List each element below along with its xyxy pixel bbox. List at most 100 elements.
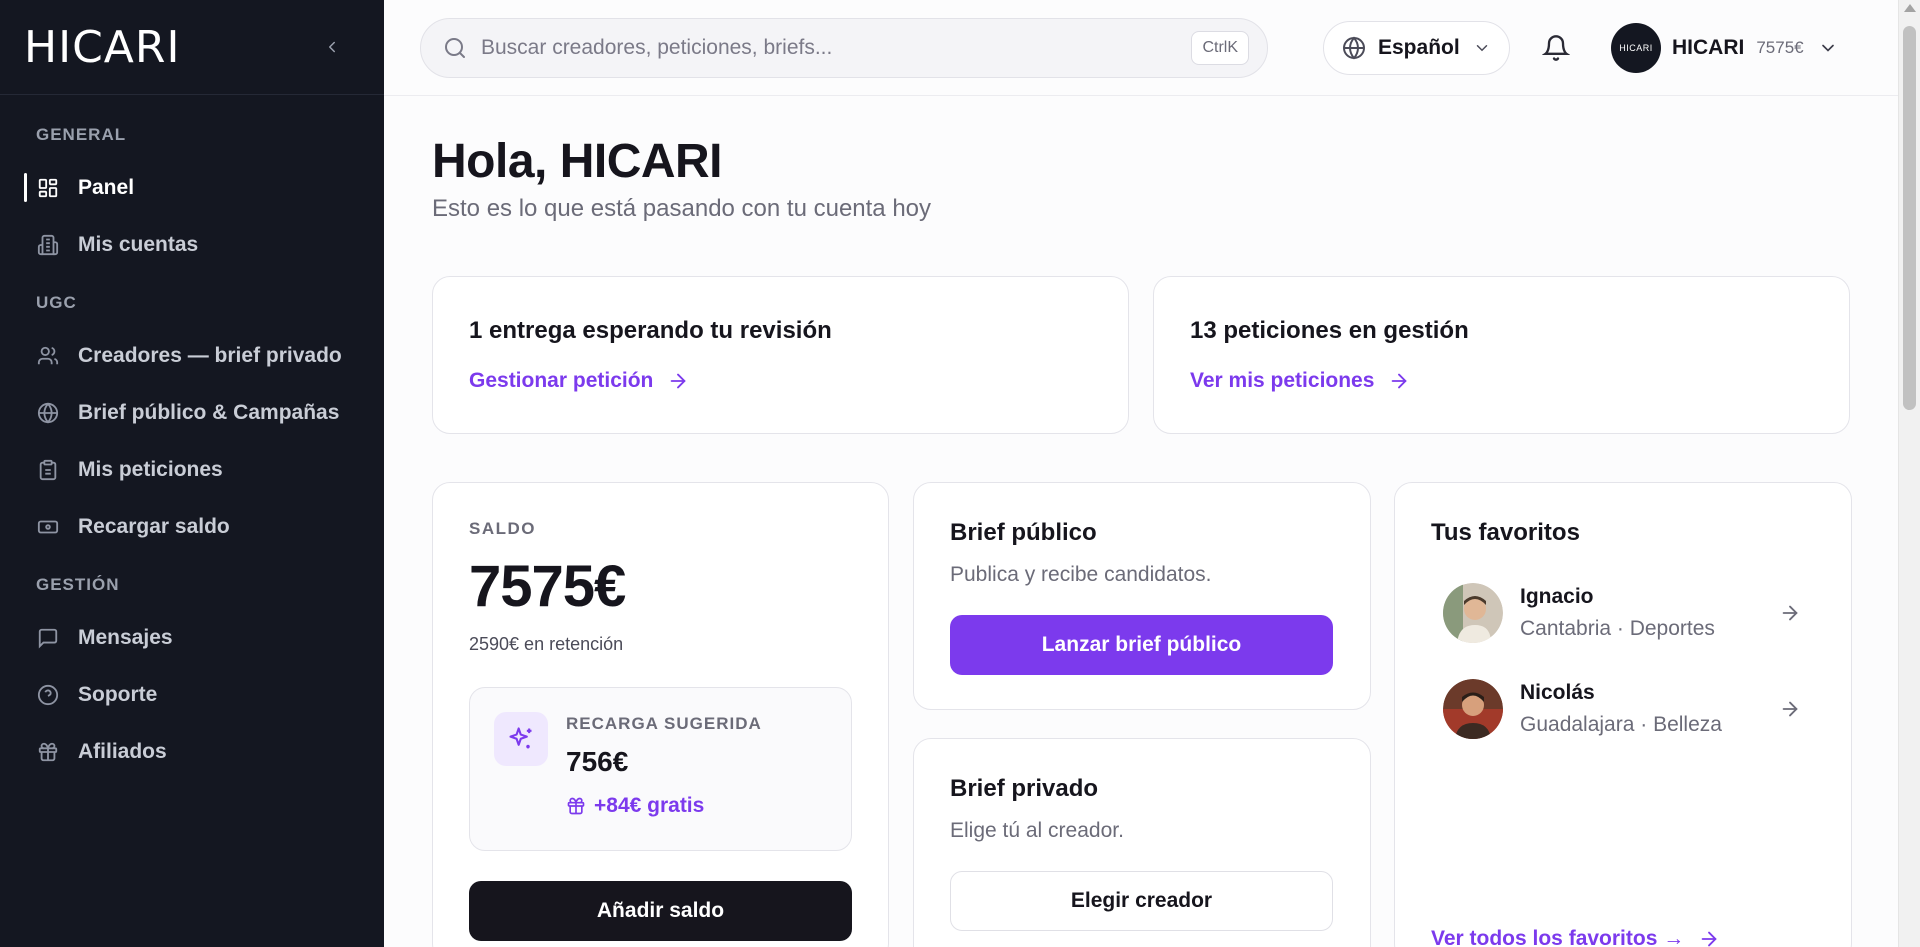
launch-public-brief-button[interactable]: Lanzar brief público [950,615,1333,675]
globe-icon [1343,36,1365,60]
balance-label: SALDO [469,519,536,538]
review-alert-card: 1 entrega esperando tu revisión Gestiona… [432,276,1129,434]
topbar: CtrlK Español HICARI HICARI 7575€ [384,0,1898,96]
link-label: Ver mis peticiones [1190,369,1375,392]
public-brief-card: Brief público Publica y recibe candidato… [913,482,1371,710]
globe-icon [36,401,60,425]
view-requests-link[interactable]: Ver mis peticiones [1190,369,1410,393]
arrow-right-icon [1782,701,1798,717]
sidebar-item-recargar-saldo[interactable]: Recargar saldo [0,498,384,555]
alert-title: 13 peticiones en gestión [1190,317,1469,344]
bonus-label: +84€ gratis [594,794,705,817]
sidebar-item-creadores[interactable]: Creadores — brief privado [0,327,384,384]
sidebar-item-afiliados[interactable]: Afiliados [0,723,384,780]
alert-title: 1 entrega esperando tu revisión [469,317,832,344]
sidebar-item-label: Recargar saldo [78,514,230,538]
help-icon [36,683,60,707]
favorite-item[interactable]: Nicolás Guadalajara · Belleza [1431,679,1815,739]
private-brief-card: Brief privado Elige tú al creador. Elegi… [913,738,1371,947]
chevron-down-icon [1821,44,1834,52]
bell-icon[interactable] [1542,34,1570,62]
private-brief-desc: Elige tú al creador. [950,819,1124,842]
page-title: Hola, HICARI [432,135,723,188]
sidebar-item-label: Mis cuentas [78,232,199,256]
arrow-right-icon [671,373,687,389]
avatar [1443,583,1503,643]
collapse-sidebar-button[interactable] [320,35,344,59]
arrow-right-icon [1392,373,1408,389]
favorites-card: Tus favoritos Ignacio Cantabria · Deport… [1394,482,1852,947]
sidebar-item-mis-peticiones[interactable]: Mis peticiones [0,441,384,498]
page-scrollbar[interactable] [1898,0,1920,947]
clipboard-icon [36,458,60,482]
nav-section-gestion: GESTIÓN Mensajes Soporte Afiliados [0,575,384,780]
dashboard-icon [36,176,60,200]
sidebar-item-soporte[interactable]: Soporte [0,666,384,723]
balance-card: SALDO 7575€ 2590€ en retención RECARGA S… [432,482,889,947]
requests-alert-card: 13 peticiones en gestión Ver mis peticio… [1153,276,1850,434]
scroll-up-arrow[interactable] [1904,4,1916,12]
avatar: HICARI [1611,23,1661,73]
logo[interactable]: HICARI [24,22,180,73]
sidebar-item-label: Soporte [78,682,158,706]
favorite-item[interactable]: Ignacio Cantabria · Deportes [1431,583,1815,643]
sidebar-item-mensajes[interactable]: Mensajes [0,609,384,666]
view-all-favorites-link[interactable]: Ver todos los favoritos → [1431,927,1720,947]
sidebar-item-label: Brief público & Campañas [78,400,340,424]
nav-section-ugc: UGC Creadores — brief privado Brief públ… [0,293,384,555]
favorite-name: Nicolás [1520,681,1595,704]
nav-section-general: GENERAL Panel Mis cuentas [0,125,384,273]
private-brief-title: Brief privado [950,775,1099,802]
arrow-right-icon [1701,931,1717,947]
arrow-right-icon [1782,605,1798,621]
page-subtitle: Esto es lo que está pasando con tu cuent… [432,195,932,222]
choose-creator-button[interactable]: Elegir creador [950,871,1333,931]
sidebar-item-panel[interactable]: Panel [0,159,384,216]
sidebar-item-brief-publico[interactable]: Brief público & Campañas [0,384,384,441]
user-name: HICARI [1672,36,1745,59]
public-brief-title: Brief público [950,519,1097,546]
favorites-title: Tus favoritos [1431,519,1580,546]
chevron-down-icon [1476,45,1488,52]
favorite-name: Ignacio [1520,585,1594,608]
sidebar-item-mis-cuentas[interactable]: Mis cuentas [0,216,384,273]
sidebar-item-label: Afiliados [78,739,167,763]
sidebar: HICARI GENERAL Panel Mis cuentas UGC Cre… [0,0,384,947]
public-brief-desc: Publica y recibe candidatos. [950,563,1212,586]
suggested-topup-label: RECARGA SUGERIDA [566,714,762,733]
search-icon [445,38,465,58]
sidebar-item-label: Panel [78,175,135,199]
chevron-left-icon [329,41,335,53]
balance-amount: 7575€ [469,554,626,619]
user-balance: 7575€ [1756,38,1804,57]
sidebar-header: HICARI [0,0,384,95]
section-label: GENERAL [36,125,127,144]
add-balance-button[interactable]: Añadir saldo [469,881,852,941]
language-selector[interactable]: Español [1323,21,1510,75]
banknote-icon [36,515,60,539]
avatar [1443,679,1503,739]
favorite-meta: Cantabria · Deportes [1520,617,1715,640]
suggested-topup[interactable]: RECARGA SUGERIDA 756€ +84€ gratis [469,687,852,851]
users-icon [36,344,60,368]
link-label: Gestionar petición [469,369,654,392]
language-label: Español [1378,36,1460,59]
balance-retention: 2590€ en retención [469,634,624,654]
link-label: Ver todos los favoritos → [1431,927,1685,947]
sidebar-item-label: Mensajes [78,625,173,649]
suggested-topup-bonus: +84€ gratis [566,794,762,818]
message-icon [36,626,60,650]
gift-icon [567,797,585,815]
shortcut-badge: CtrlK [1191,31,1249,65]
user-menu[interactable]: HICARI HICARI 7575€ [1611,22,1838,74]
favorite-meta: Guadalajara · Belleza [1520,713,1722,736]
sidebar-item-label: Mis peticiones [78,457,223,481]
manage-request-link[interactable]: Gestionar petición [469,369,689,393]
main-content: Hola, HICARI Esto es lo que está pasando… [384,96,1898,947]
building-icon [36,233,60,257]
scroll-thumb[interactable] [1903,26,1916,410]
search-bar[interactable]: CtrlK [420,18,1268,78]
sidebar-item-label: Creadores — brief privado [78,343,342,367]
suggested-topup-amount: 756€ [566,746,629,777]
search-input[interactable] [481,36,1192,60]
